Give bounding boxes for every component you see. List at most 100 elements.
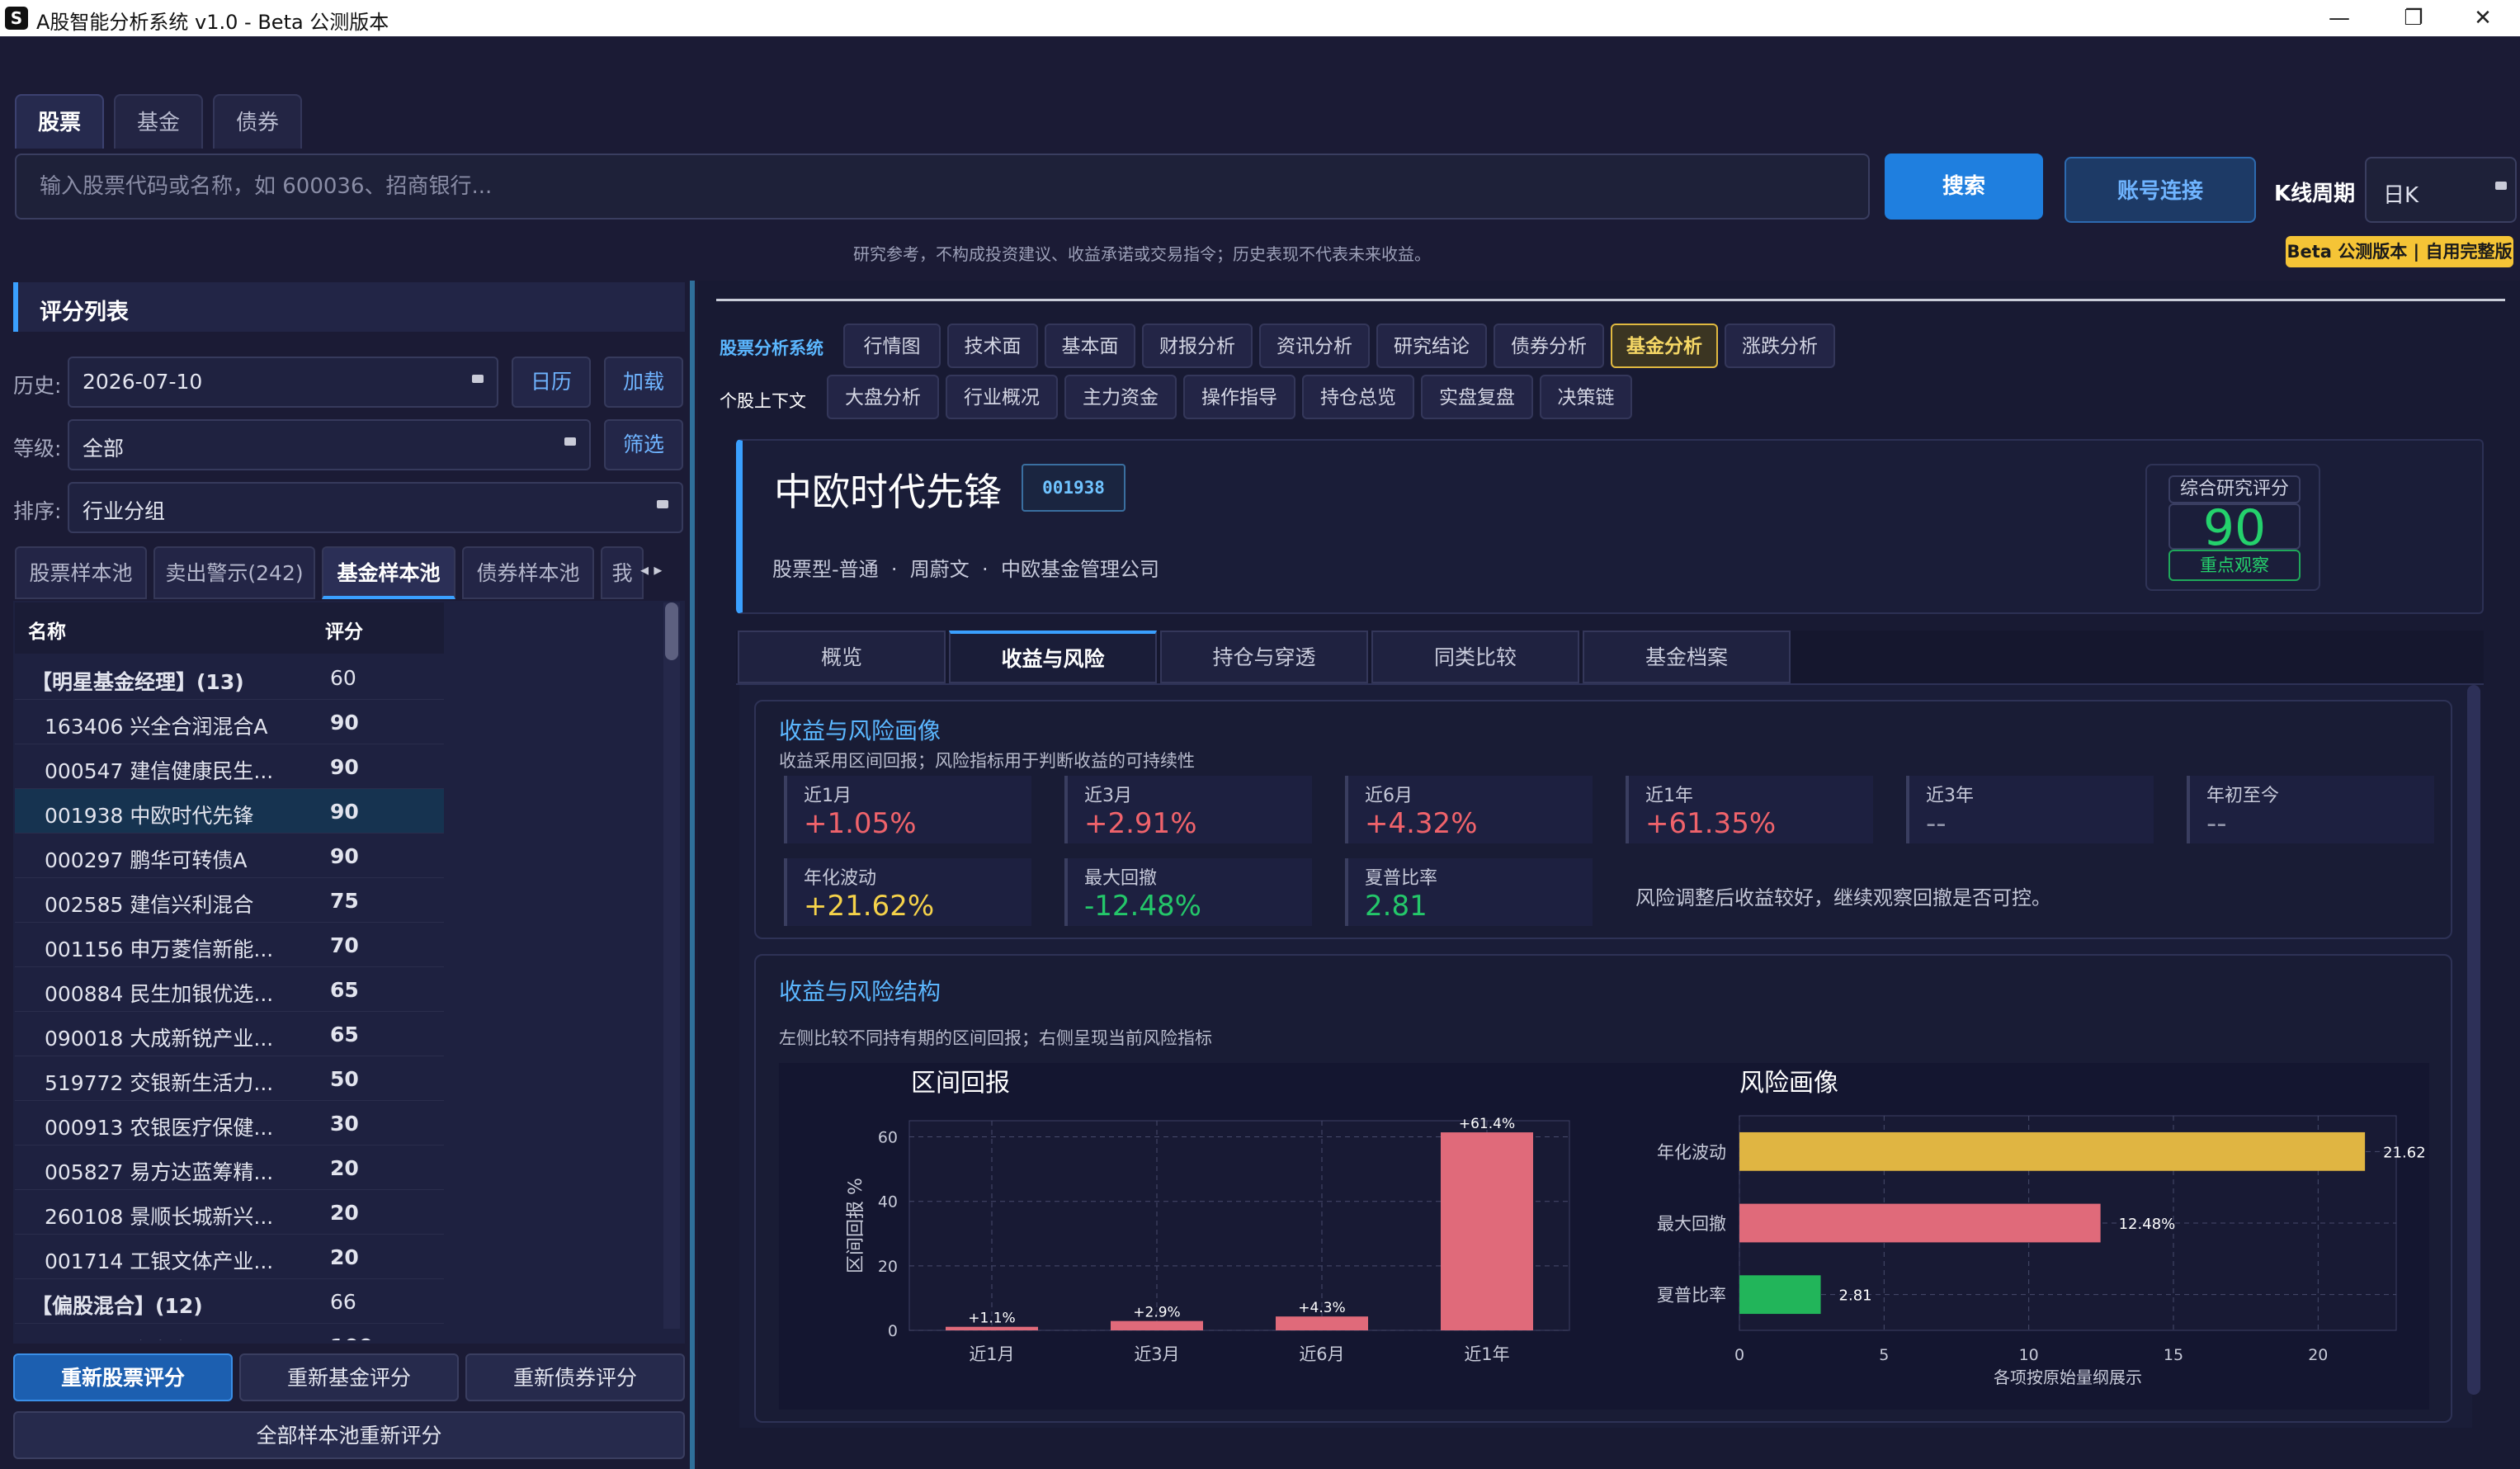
list-item[interactable]: 163406 兴全合润混合A 90 — [15, 700, 444, 744]
grade-select[interactable]: 全部 — [68, 419, 591, 470]
tab-stock-pool[interactable]: 股票样本池 — [15, 546, 147, 599]
account-connect-button[interactable]: 账号连接 — [2065, 157, 2256, 223]
app-logo-icon: S — [5, 7, 28, 30]
chart2-data-label: 12.48% — [2119, 1216, 2176, 1233]
list-item[interactable]: 005827 易方达蓝筹精... 20 — [15, 1145, 444, 1190]
list-item[interactable]: 001938 中欧时代先锋 90 — [15, 789, 444, 834]
nav-label: 股票分析系统 — [720, 338, 823, 358]
list-item[interactable]: 260108 景顺长城新兴... 20 — [15, 1190, 444, 1235]
tab-fund-pool[interactable]: 基金样本池 — [322, 546, 455, 599]
content-scrollbar[interactable] — [2467, 685, 2480, 1395]
maximize-icon[interactable]: ❐ — [2376, 3, 2451, 33]
sub-tab-4[interactable]: 持仓总览 — [1302, 375, 1414, 419]
metric-label: 近1月 — [804, 786, 852, 806]
rescore-fund-button[interactable]: 重新基金评分 — [239, 1353, 459, 1401]
panel-splitter[interactable] — [690, 281, 695, 1469]
metric-card: 最大回撤 -12.48% — [1064, 858, 1312, 926]
sort-select[interactable]: 行业分组 — [68, 482, 683, 533]
metric-card: 年化波动 +21.62% — [784, 858, 1031, 926]
list-item[interactable]: 001714 工银文体产业... 20 — [15, 1235, 444, 1279]
charts-svg: 区间回报 0 20 40 60 +1.1% 近1月 +2.9% 近3月 +4.3% 近6月 +61.4… — [846, 1069, 2426, 1387]
list-scrollbar[interactable] — [663, 602, 680, 1329]
list-item[interactable]: 000547 建信健康民生... 90 — [15, 744, 444, 789]
chart2-xtick-label: 10 — [2019, 1346, 2039, 1364]
metric-card: 近6月 +4.32% — [1345, 776, 1593, 843]
detail-tab-4[interactable]: 基金档案 — [1583, 631, 1791, 683]
structure-title: 收益与风险结构 — [779, 978, 941, 1005]
minimize-icon[interactable]: — — [2302, 3, 2376, 33]
nav-tab-2[interactable]: 基本面 — [1045, 324, 1135, 368]
calendar-button[interactable]: 日历 — [512, 357, 591, 408]
risk-note: 风险调整后收益较好，继续观察回撤是否可控。 — [1635, 886, 2051, 909]
chart1-bar — [1111, 1320, 1203, 1330]
kline-period-label: K线周期 — [2274, 182, 2356, 206]
detail-tab-1[interactable]: 收益与风险 — [949, 631, 1157, 683]
list-item[interactable]: 【明星基金经理】(13) 60 — [15, 655, 444, 700]
col-score-header[interactable]: 评分 — [325, 616, 363, 644]
history-label: 历史: — [13, 374, 62, 398]
list-item[interactable]: 000297 鹏华可转债A 90 — [15, 834, 444, 878]
nav-tab-8[interactable]: 涨跌分析 — [1725, 324, 1835, 368]
detail-tab-3[interactable]: 同类比较 — [1371, 631, 1579, 683]
tab-my-pool[interactable]: 我 — [601, 546, 644, 599]
nav-tab-5[interactable]: 研究结论 — [1376, 324, 1487, 368]
metric-label: 近3年 — [1926, 786, 1974, 806]
nav-tab-1[interactable]: 技术面 — [947, 324, 1038, 368]
tab-bond-pool[interactable]: 债券样本池 — [462, 546, 594, 599]
nav-tab-7[interactable]: 基金分析 — [1611, 324, 1718, 368]
list-item[interactable]: 001156 申万菱信新能... 70 — [15, 923, 444, 967]
list-item-score: 20 — [330, 1245, 359, 1269]
nav-tab-6[interactable]: 债券分析 — [1494, 324, 1604, 368]
list-item[interactable]: 519772 交银新生活力... 50 — [15, 1056, 444, 1101]
list-item[interactable]: 【偏股混合】(12) 66 — [15, 1279, 444, 1324]
sub-tab-0[interactable]: 大盘分析 — [827, 375, 939, 419]
list-item-score: 90 — [330, 800, 359, 824]
sub-tab-6[interactable]: 决策链 — [1540, 375, 1632, 419]
sub-tab-5[interactable]: 实盘复盘 — [1421, 375, 1533, 419]
chart2-data-label: 2.81 — [1839, 1287, 1872, 1305]
disclaimer-text: 研究参考，不构成投资建议、收益承诺或交易指令；历史表现不代表未来收益。 — [853, 244, 1431, 264]
list-item[interactable]: 002943 广发多因子混 100 — [15, 1324, 444, 1340]
beta-badge: Beta 公测版本 | 自用完整版 — [2286, 236, 2513, 267]
tab-fund[interactable]: 基金 — [114, 94, 204, 149]
list-item-score: 90 — [330, 711, 359, 734]
detail-tab-2[interactable]: 持仓与穿透 — [1160, 631, 1368, 683]
rescore-all-button[interactable]: 全部样本池重新评分 — [13, 1411, 685, 1459]
sub-tab-2[interactable]: 主力资金 — [1064, 375, 1177, 419]
rescore-bond-button[interactable]: 重新债券评分 — [465, 1353, 685, 1401]
col-name-header[interactable]: 名称 — [28, 616, 66, 644]
nav-tab-3[interactable]: 财报分析 — [1142, 324, 1253, 368]
filter-button[interactable]: 筛选 — [604, 419, 683, 470]
tab-bond[interactable]: 债券 — [213, 94, 303, 149]
tab-stock[interactable]: 股票 — [15, 94, 105, 149]
sub-tab-1[interactable]: 行业概况 — [946, 375, 1058, 419]
list-scrollbar-thumb[interactable] — [665, 602, 678, 660]
search-button[interactable]: 搜索 — [1885, 154, 2043, 220]
history-date-select[interactable]: 2026-07-10 — [68, 357, 498, 408]
search-input[interactable] — [17, 155, 1868, 218]
fund-meta: 股票型-普通 · 周蔚文 · 中欧基金管理公司 — [772, 558, 1159, 581]
list-item-score: 65 — [330, 978, 359, 1002]
nav-tab-0[interactable]: 行情图 — [843, 324, 941, 368]
tab-scroll-arrows-icon[interactable]: ◂ ▸ — [640, 560, 662, 579]
list-item-name: 002585 建信兴利混合 — [45, 893, 254, 917]
research-score-tag: 重点观察 — [2168, 550, 2301, 581]
list-item[interactable]: 090018 大成新锐产业... 65 — [15, 1012, 444, 1056]
metric-value: +2.91% — [1084, 807, 1197, 840]
sort-value: 行业分组 — [83, 499, 166, 523]
load-button[interactable]: 加载 — [604, 357, 683, 408]
list-item-name: 005827 易方达蓝筹精... — [45, 1160, 274, 1184]
list-item[interactable]: 002585 建信兴利混合 75 — [15, 878, 444, 923]
tab-sell-warning[interactable]: 卖出警示(242) — [153, 546, 315, 599]
kline-period-select[interactable]: 日K — [2365, 157, 2517, 223]
nav-tab-4[interactable]: 资讯分析 — [1259, 324, 1370, 368]
close-icon[interactable]: ✕ — [2446, 3, 2520, 33]
fund-name: 中欧时代先锋 — [774, 470, 1002, 514]
chart2-data-label: 21.62 — [2383, 1144, 2426, 1161]
rescore-stock-button[interactable]: 重新股票评分 — [13, 1353, 233, 1401]
chart1-ytick-label: 20 — [878, 1258, 898, 1276]
list-item[interactable]: 000913 农银医疗保健... 30 — [15, 1101, 444, 1145]
detail-tab-0[interactable]: 概览 — [738, 631, 946, 683]
sub-tab-3[interactable]: 操作指导 — [1183, 375, 1295, 419]
list-item[interactable]: 000884 民生加银优选... 65 — [15, 967, 444, 1012]
